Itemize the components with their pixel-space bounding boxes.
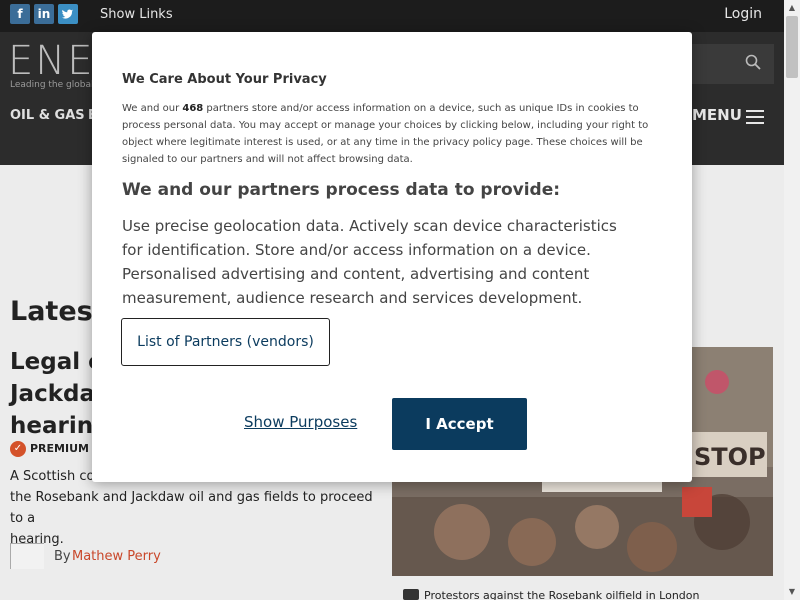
scrollbar-thumb[interactable]	[786, 16, 798, 78]
page-scrollbar[interactable]	[784, 0, 800, 600]
scroll-down-arrow-icon[interactable]: ▼	[784, 584, 800, 600]
consent-subtitle: We and our partners process data to prov…	[122, 180, 561, 200]
consent-purposes: Use precise geolocation data. Actively s…	[122, 217, 617, 307]
consent-description: We and our 468 partners store and/or acc…	[122, 103, 649, 165]
show-purposes-link[interactable]: Show Purposes	[244, 413, 357, 431]
partner-count: 468	[182, 103, 204, 114]
accept-button[interactable]: I Accept	[392, 398, 527, 450]
scroll-up-arrow-icon[interactable]: ▲	[784, 0, 800, 16]
list-partners-button[interactable]: List of Partners (vendors)	[121, 318, 330, 366]
consent-title: We Care About Your Privacy	[122, 72, 327, 87]
privacy-consent-dialog: We Care About Your Privacy We and our 46…	[92, 32, 692, 482]
